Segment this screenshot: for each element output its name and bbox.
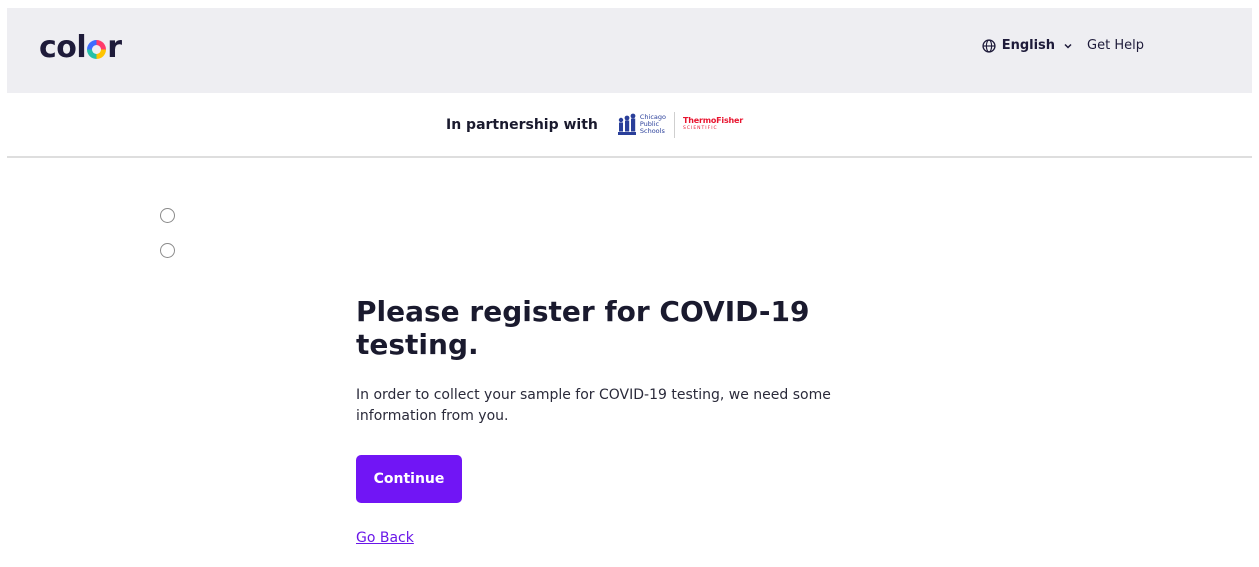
tf-name: ThermoFisher — [683, 116, 743, 125]
page-description: In order to collect your sample for COVI… — [356, 387, 831, 424]
page-title: Please register for COVID-19 testing. — [356, 295, 810, 361]
top-header: col r English Get Help — [7, 8, 1252, 93]
partnership-content: In partnership with Chicago Public Schoo… — [446, 111, 743, 138]
globe-icon — [982, 38, 996, 53]
thermofisher-logo: ThermoFisher SCIENTIFIC — [683, 117, 743, 132]
continue-button[interactable]: Continue — [356, 455, 462, 503]
get-help-link[interactable]: Get Help — [1087, 38, 1144, 53]
radio-option-1[interactable] — [160, 208, 175, 223]
partnership-label: In partnership with — [446, 116, 598, 133]
language-selector[interactable]: English — [982, 38, 1073, 53]
logo-divider — [674, 111, 675, 138]
cps-figures-icon — [617, 113, 636, 135]
radio-option-2[interactable] — [160, 243, 175, 258]
go-back-link[interactable]: Go Back — [356, 530, 416, 546]
logo-ring-icon — [87, 40, 107, 59]
chevron-down-icon — [1064, 43, 1072, 49]
tf-sub: SCIENTIFIC — [683, 126, 718, 131]
logo-text-right: r — [107, 30, 122, 65]
cps-line-3: Schools — [639, 127, 665, 135]
logo-text-left: col — [39, 30, 87, 65]
header-actions: English Get Help — [982, 38, 1144, 53]
color-logo[interactable]: col r — [39, 30, 122, 65]
partnership-bar: In partnership with Chicago Public Schoo… — [7, 93, 1252, 158]
chicago-public-schools-logo: Chicago Public Schools — [616, 113, 666, 137]
language-label: English — [1001, 38, 1056, 53]
registration-panel: Please register for COVID-19 testing. In… — [356, 295, 916, 546]
